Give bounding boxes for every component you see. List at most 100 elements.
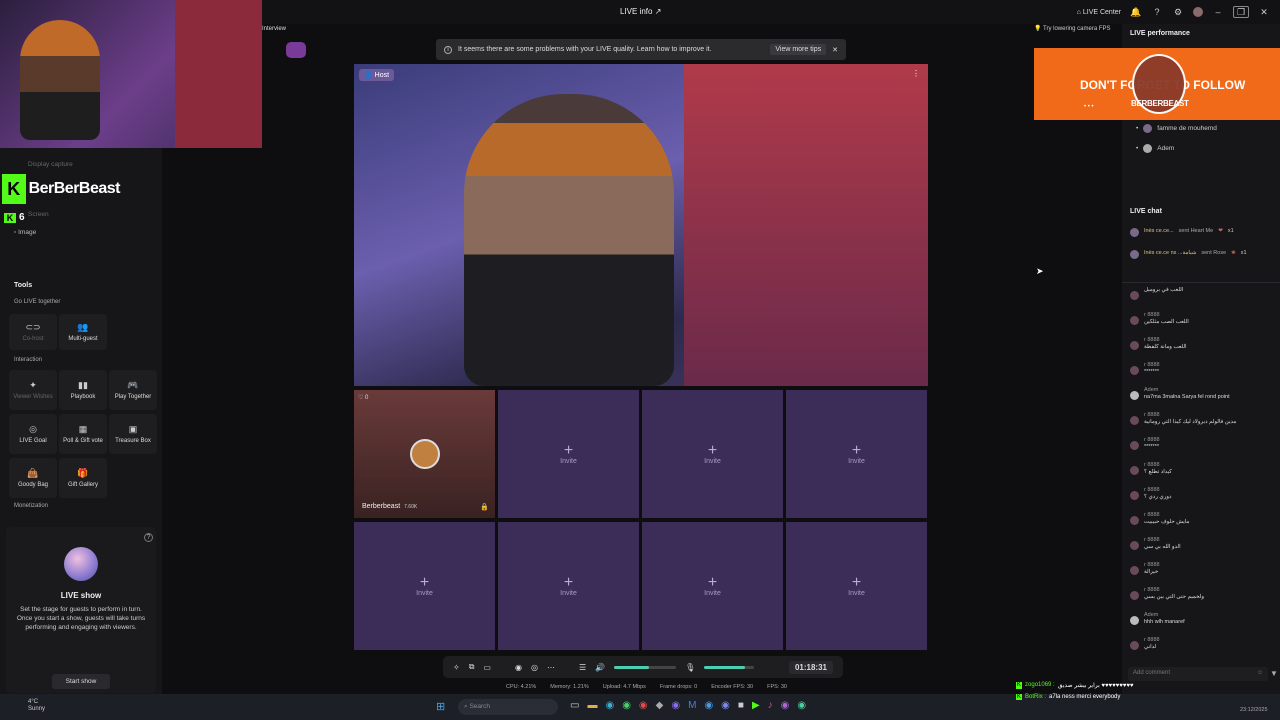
minimize-icon[interactable]: – — [1212, 6, 1224, 18]
play-together-tile[interactable]: 🎮 Play Together — [109, 370, 157, 410]
app-icon[interactable]: ▶ — [752, 700, 760, 711]
chat-username: r 8888 — [1144, 362, 1160, 368]
mail-icon[interactable]: M — [688, 700, 696, 711]
app-icon[interactable]: ◉ — [639, 700, 648, 711]
invite-slot[interactable]: + Invite — [498, 390, 639, 518]
cohost-tile[interactable]: ⊂⊃ Co-host — [9, 314, 57, 350]
invite-slot[interactable]: + Invite — [498, 522, 639, 650]
layout-icon[interactable]: ⧉ — [469, 662, 475, 672]
invite-slot[interactable]: + Invite — [786, 390, 927, 518]
kick-overlay: K BerBerBeast — [2, 174, 121, 204]
invite-slot[interactable]: + Invite — [642, 390, 783, 518]
gear-icon[interactable]: ⚙ — [1172, 6, 1184, 18]
chat-list: اللعب في بروميل r 8888 اللعب الصب مثلكين r … — [1130, 287, 1270, 653]
app-icon[interactable]: ■ — [738, 700, 744, 711]
info-icon: i — [444, 45, 452, 54]
comment-input[interactable]: Add comment ☺ — [1128, 667, 1268, 681]
speaker-icon[interactable]: 🔊 — [595, 663, 605, 672]
share-icon[interactable]: ↗ — [655, 7, 662, 16]
viewer-item[interactable]: • Adem — [1136, 144, 1174, 153]
chat-text: خيرالة — [1144, 569, 1159, 575]
app-icon[interactable]: ◉ — [797, 700, 806, 711]
emoji-icon[interactable]: ☺ — [1257, 670, 1263, 676]
wish-icon: ✦ — [29, 380, 37, 390]
app-icon[interactable]: ◆ — [656, 700, 664, 711]
view-more-tips-link[interactable]: View more tips — [770, 44, 827, 55]
avatar — [1130, 228, 1139, 237]
live-goal-tile[interactable]: ◎ LIVE Goal — [9, 414, 57, 454]
viewer-item[interactable]: • famme de mouhemd — [1136, 124, 1217, 133]
viewer-wishes-tile[interactable]: ✦ Viewer Wishes — [9, 370, 57, 410]
invite-slot[interactable]: + Invite — [354, 522, 495, 650]
lock-icon[interactable]: 🔒 — [480, 503, 489, 511]
taskbar-search[interactable]: ⌕ Search — [458, 699, 558, 715]
messenger-icon[interactable]: ◉ — [671, 700, 680, 711]
help-icon[interactable]: ? — [144, 533, 153, 542]
plus-icon: + — [563, 573, 574, 591]
gift-gallery-tile[interactable]: 🎁 Gift Gallery — [59, 458, 107, 498]
camera-icon[interactable]: ◎ — [531, 663, 538, 672]
more-icon[interactable]: ⋯ — [547, 663, 555, 672]
avatar[interactable] — [1193, 7, 1203, 17]
avatar — [1130, 491, 1139, 500]
flag-backdrop — [684, 64, 928, 386]
kick-small-icon: K — [4, 212, 16, 223]
invite-slot[interactable]: + Invite — [642, 522, 783, 650]
chat-text: ******* — [1144, 369, 1159, 375]
avatar — [1130, 416, 1139, 425]
close-icon[interactable]: ✕ — [832, 46, 838, 54]
restore-icon[interactable]: ❐ — [1233, 6, 1249, 18]
chat-message: r 8888 مدين فالولم دبرولاد ليك كيذا التي … — [1130, 412, 1236, 426]
poll-tile[interactable]: ▦ Poll & Gift vote — [59, 414, 107, 454]
more-icon[interactable]: ⋮ — [912, 69, 920, 78]
volume-slider[interactable] — [614, 665, 677, 669]
avatar — [1130, 541, 1139, 550]
live-info-title[interactable]: LIVE info ↗ — [620, 7, 661, 16]
help-icon[interactable]: ? — [1151, 6, 1163, 18]
multi-guest-tile[interactable]: 👥 Multi-guest — [59, 314, 107, 350]
filter-icon[interactable]: ▼ — [1270, 669, 1278, 678]
mic-slider[interactable] — [704, 665, 755, 669]
goody-bag-tile[interactable]: 👜 Goody Bag — [9, 458, 57, 498]
playbook-tile[interactable]: ▮▮ Playbook — [59, 370, 107, 410]
guest-slot-berberbeast[interactable]: ♡ 0 Berberbeast 7.60K 🔒 — [354, 390, 495, 518]
invite-slot[interactable]: + Invite — [786, 522, 927, 650]
discord-icon[interactable]: ◉ — [721, 700, 730, 711]
chat-message: r 8888 ******* — [1130, 362, 1160, 376]
chat-username: Adem — [1144, 387, 1159, 393]
treasure-box-tile[interactable]: ▣ Treasure Box — [109, 414, 157, 454]
windows-start-icon[interactable]: ⊞ — [436, 700, 445, 713]
live-center-button[interactable]: ⌂ LIVE Center — [1077, 9, 1121, 16]
source-display-capture[interactable]: Display capture — [28, 161, 73, 168]
app-icon[interactable]: ◉ — [704, 700, 713, 711]
start-show-button[interactable]: Start show — [52, 674, 110, 689]
tools-heading: Tools — [14, 282, 33, 289]
kick-small-icon: K — [1016, 682, 1023, 689]
users-icon: 👥 — [77, 322, 89, 332]
source-screen[interactable]: Screen — [28, 211, 49, 218]
mic-icon[interactable]: 🎙 — [685, 663, 695, 672]
folder-icon[interactable]: ▬ — [587, 700, 597, 711]
chrome-icon[interactable]: ◉ — [622, 700, 631, 711]
live-performance-heading: LIVE performance — [1130, 30, 1190, 37]
tiktok-icon[interactable]: ♪ — [768, 700, 773, 711]
bell-icon[interactable]: 🔔 — [1130, 6, 1142, 18]
app-icon[interactable]: ◉ — [781, 700, 790, 711]
record-icon[interactable]: ◉ — [515, 663, 522, 672]
close-icon[interactable]: ✕ — [1258, 6, 1270, 18]
guest-like-count: ♡ 0 — [358, 395, 369, 401]
edge-icon[interactable]: ◉ — [605, 700, 614, 711]
plus-icon: + — [851, 573, 862, 591]
bot-message: K BotRix : a7la ness merci everybody — [1016, 694, 1121, 700]
task-view-icon[interactable]: ▭ — [570, 700, 579, 711]
screen-icon[interactable]: ▭ — [483, 663, 491, 672]
effects-icon[interactable]: ✧ — [453, 663, 460, 672]
weather-widget[interactable]: 4°C Sunny — [28, 699, 45, 713]
host-video[interactable]: 👤 Host ⋮ — [354, 64, 928, 386]
settings-icon[interactable]: ☰ — [579, 663, 586, 672]
avatar — [1130, 341, 1139, 350]
chat-text: اللعب الصب مثلكين — [1144, 319, 1189, 325]
gift-icon: 🎁 — [77, 468, 89, 478]
avatar — [1130, 316, 1139, 325]
source-image[interactable]: ▫ Image — [14, 229, 36, 236]
